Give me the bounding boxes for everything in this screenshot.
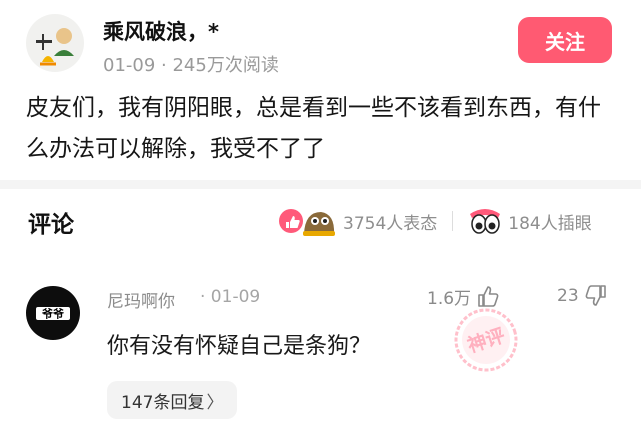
follow-button[interactable]: 关注 — [518, 17, 612, 63]
post-date: 01-09 — [103, 55, 156, 76]
dislike-count: 23 — [557, 286, 579, 306]
pics-count: 184人插眼 — [508, 213, 592, 234]
thumbs-down-icon — [585, 285, 606, 306]
view-replies-button[interactable]: 147条回复 〉 — [107, 381, 238, 419]
commenter-avatar[interactable]: 爷爷 — [26, 286, 80, 340]
author-avatar[interactable] — [26, 14, 84, 72]
comment-dislike-button[interactable]: 23 — [557, 283, 609, 309]
top-comment-stamp: 神评 — [454, 308, 518, 372]
commenter-name[interactable]: 尼玛啊你 — [107, 287, 175, 312]
reactions-bar[interactable]: 3754人表态 184人插眼 — [277, 204, 592, 238]
comments-title: 评论 — [28, 212, 74, 238]
chevron-right-icon: 〉 — [206, 392, 224, 413]
post-meta: 01-09 · 245万次阅读 — [103, 51, 279, 77]
eyes-icon — [470, 209, 501, 234]
author-name[interactable]: 乘风破浪，* — [103, 16, 219, 46]
sly-reaction-icon — [303, 212, 335, 236]
reactions-count: 3754人表态 — [343, 213, 438, 234]
comment-date: · 01-09 — [200, 287, 261, 307]
svg-text:爷爷: 爷爷 — [41, 307, 65, 321]
reactions-separator — [452, 211, 454, 231]
reaction-icons — [279, 209, 335, 236]
cartoon-avatar-icon — [36, 28, 74, 66]
replies-label: 147条回复 — [121, 392, 205, 413]
section-divider — [0, 180, 641, 189]
post-text: 皮友们，我有阴阳眼，总是看到一些不该看到东西，有什么办法可以解除，我受不了了 — [26, 95, 601, 162]
avatar-logo: 爷爷 — [36, 307, 70, 321]
post-views: 245万次阅读 — [172, 55, 279, 76]
comment-text: 你有没有怀疑自己是条狗？ — [107, 334, 372, 359]
meta-dot: · — [155, 55, 173, 76]
